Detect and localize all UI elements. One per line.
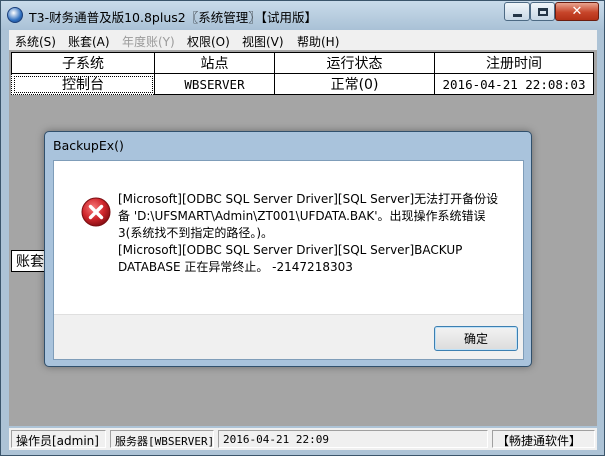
status-brand: 【畅捷通软件】 <box>492 430 595 448</box>
status-server: 服务器[WBSERVER] <box>110 430 214 448</box>
dialog-body: [Microsoft][ODBC SQL Server Driver][SQL … <box>53 160 524 360</box>
cell-site[interactable]: WBSERVER <box>154 73 275 95</box>
subsystem-table: 子系统 站点 运行状态 注册时间 控制台 WBSERVER 正常(0) 2016… <box>11 52 594 95</box>
column-header-site[interactable]: 站点 <box>154 52 275 74</box>
dialog-footer: 确定 <box>54 314 523 359</box>
column-header-register-time[interactable]: 注册时间 <box>434 52 594 74</box>
dialog-title: BackupEx() <box>53 138 124 153</box>
error-message-line: [Microsoft][ODBC SQL Server Driver][SQL … <box>118 192 499 206</box>
error-message-line: [Microsoft][ODBC SQL Server Driver][SQL … <box>118 243 463 257</box>
table-header: 子系统 站点 运行状态 注册时间 <box>11 52 594 74</box>
close-icon: ✕ <box>571 4 583 19</box>
error-icon <box>81 197 111 227</box>
menu-permission[interactable]: 权限(O) <box>187 33 230 50</box>
error-message: [Microsoft][ODBC SQL Server Driver][SQL … <box>118 191 513 276</box>
error-message-line: DATABASE 正在异常终止。 -2147218303 <box>118 260 353 274</box>
status-bar: 操作员[admin] 服务器[WBSERVER] 2016-04-21 22:0… <box>9 428 597 450</box>
menu-year-account[interactable]: 年度账(Y) <box>122 33 175 50</box>
error-message-line: 备 'D:\UFSMART\Admin\ZT001\UFDATA.BAK'。出现… <box>118 209 486 223</box>
error-dialog: BackupEx() [Microsoft][ODBC SQL Server D… <box>44 131 532 367</box>
column-header-subsystem[interactable]: 子系统 <box>11 52 155 74</box>
ok-button[interactable]: 确定 <box>434 326 518 351</box>
maximize-button[interactable] <box>530 2 555 21</box>
menu-bar: 系统(S) 账套(A) 年度账(Y) 权限(O) 视图(V) 帮助(H) <box>9 30 597 50</box>
error-message-line: 3(系统找不到指定的路径。)。 <box>118 226 273 240</box>
status-datetime: 2016-04-21 22:09 <box>218 430 488 448</box>
cell-status[interactable]: 正常(0) <box>274 73 435 95</box>
menu-system[interactable]: 系统(S) <box>15 33 56 50</box>
maximize-icon <box>537 7 548 16</box>
column-header-status[interactable]: 运行状态 <box>274 52 435 74</box>
window-title: T3-财务通普及版10.8plus2〖系统管理〗【试用版】 <box>29 10 317 25</box>
cell-subsystem[interactable]: 控制台 <box>11 73 155 95</box>
minimize-button[interactable] <box>504 2 530 21</box>
title-bar[interactable]: T3-财务通普及版10.8plus2〖系统管理〗【试用版】 ✕ <box>1 1 604 30</box>
menu-view[interactable]: 视图(V) <box>242 33 284 50</box>
close-button[interactable]: ✕ <box>555 2 599 21</box>
app-icon[interactable] <box>7 7 23 23</box>
cell-register-time[interactable]: 2016-04-21 22:08:03 <box>434 73 594 95</box>
menu-help[interactable]: 帮助(H) <box>297 33 339 50</box>
table-row[interactable]: 控制台 WBSERVER 正常(0) 2016-04-21 22:08:03 <box>11 73 594 95</box>
minimize-icon <box>512 13 522 17</box>
status-operator: 操作员[admin] <box>11 430 106 448</box>
menu-account[interactable]: 账套(A) <box>68 33 110 50</box>
